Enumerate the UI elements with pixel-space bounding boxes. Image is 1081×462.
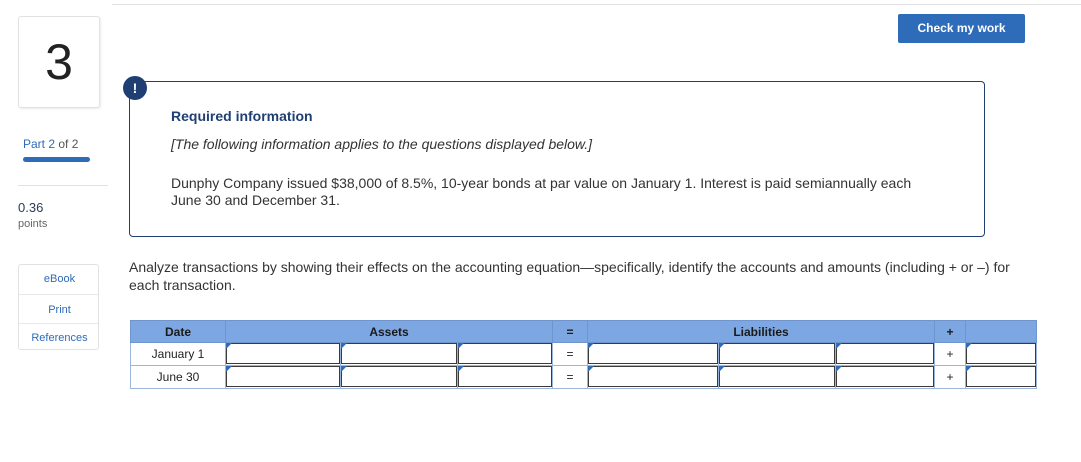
cell-marker-icon: [836, 366, 842, 372]
equity-entry-input[interactable]: [966, 366, 1037, 387]
plus-sign: +: [934, 365, 967, 389]
asset-entry-input[interactable]: [458, 366, 552, 387]
points-value: 0.36: [18, 200, 44, 215]
resources-panel: eBook Print References: [18, 264, 99, 350]
question-number: 3: [45, 34, 73, 90]
liability-entry-input[interactable]: [836, 343, 935, 364]
table-row: June 30 = +: [130, 365, 1038, 389]
cell-marker-icon: [588, 343, 594, 349]
part-current: Part 2: [23, 137, 56, 151]
equity-entry-input[interactable]: [966, 343, 1037, 364]
instructions-text: Analyze transactions by showing their ef…: [129, 259, 1010, 293]
question-number-card: 3: [18, 16, 100, 108]
cell-marker-icon: [966, 343, 973, 349]
table-header-row: Date Assets = Liabilities +: [130, 320, 1038, 343]
cell-marker-icon: [458, 343, 464, 349]
equals-header: =: [552, 320, 588, 343]
resource-divider: [19, 323, 98, 324]
liabilities-header: Liabilities: [586, 320, 936, 343]
sidebar-divider: [18, 185, 108, 186]
print-link[interactable]: Print: [19, 304, 100, 316]
cell-marker-icon: [226, 343, 232, 349]
equity-header: [965, 320, 1038, 343]
cell-marker-icon: [588, 366, 594, 372]
required-note: [The following information applies to th…: [171, 136, 593, 152]
required-title: Required information: [171, 108, 313, 124]
cell-marker-icon: [836, 343, 842, 349]
asset-entry-input[interactable]: [341, 366, 457, 387]
check-my-work-button[interactable]: Check my work: [898, 14, 1025, 43]
plus-sign: +: [934, 342, 967, 366]
references-link[interactable]: References: [19, 332, 100, 344]
accounting-equation-table: Date Assets = Liabilities + January 1 = …: [130, 320, 1038, 389]
row-date: January 1: [130, 342, 226, 366]
liability-entry-input[interactable]: [588, 366, 718, 387]
cell-marker-icon: [341, 366, 347, 372]
date-header: Date: [130, 320, 226, 343]
asset-entry-input[interactable]: [226, 343, 340, 364]
liability-entry-input[interactable]: [836, 366, 935, 387]
plus-header: +: [934, 320, 967, 343]
table-row: January 1 = +: [130, 342, 1038, 366]
equals-sign: =: [552, 342, 588, 366]
liability-entry-input[interactable]: [719, 366, 835, 387]
equals-sign: =: [552, 365, 588, 389]
asset-entry-input[interactable]: [341, 343, 457, 364]
cell-marker-icon: [719, 366, 725, 372]
cell-marker-icon: [226, 366, 232, 372]
part-progress-bar: [23, 157, 90, 162]
row-date: June 30: [130, 365, 226, 389]
ebook-link[interactable]: eBook: [19, 273, 100, 285]
required-body: Dunphy Company issued $38,000 of 8.5%, 1…: [171, 175, 912, 208]
assets-header: Assets: [225, 320, 553, 343]
liability-entry-input[interactable]: [719, 343, 835, 364]
asset-entry-input[interactable]: [226, 366, 340, 387]
required-information-box: [129, 81, 985, 237]
top-divider: [112, 4, 1081, 5]
cell-marker-icon: [966, 366, 973, 372]
cell-marker-icon: [719, 343, 725, 349]
cell-marker-icon: [458, 366, 464, 372]
alert-icon: !: [123, 76, 147, 100]
part-of-total: of 2: [58, 137, 79, 151]
liability-entry-input[interactable]: [588, 343, 718, 364]
points-label: points: [18, 218, 48, 230]
asset-entry-input[interactable]: [458, 343, 552, 364]
resource-divider: [19, 294, 98, 295]
cell-marker-icon: [341, 343, 347, 349]
part-indicator: Part 2 of 2: [23, 137, 78, 151]
